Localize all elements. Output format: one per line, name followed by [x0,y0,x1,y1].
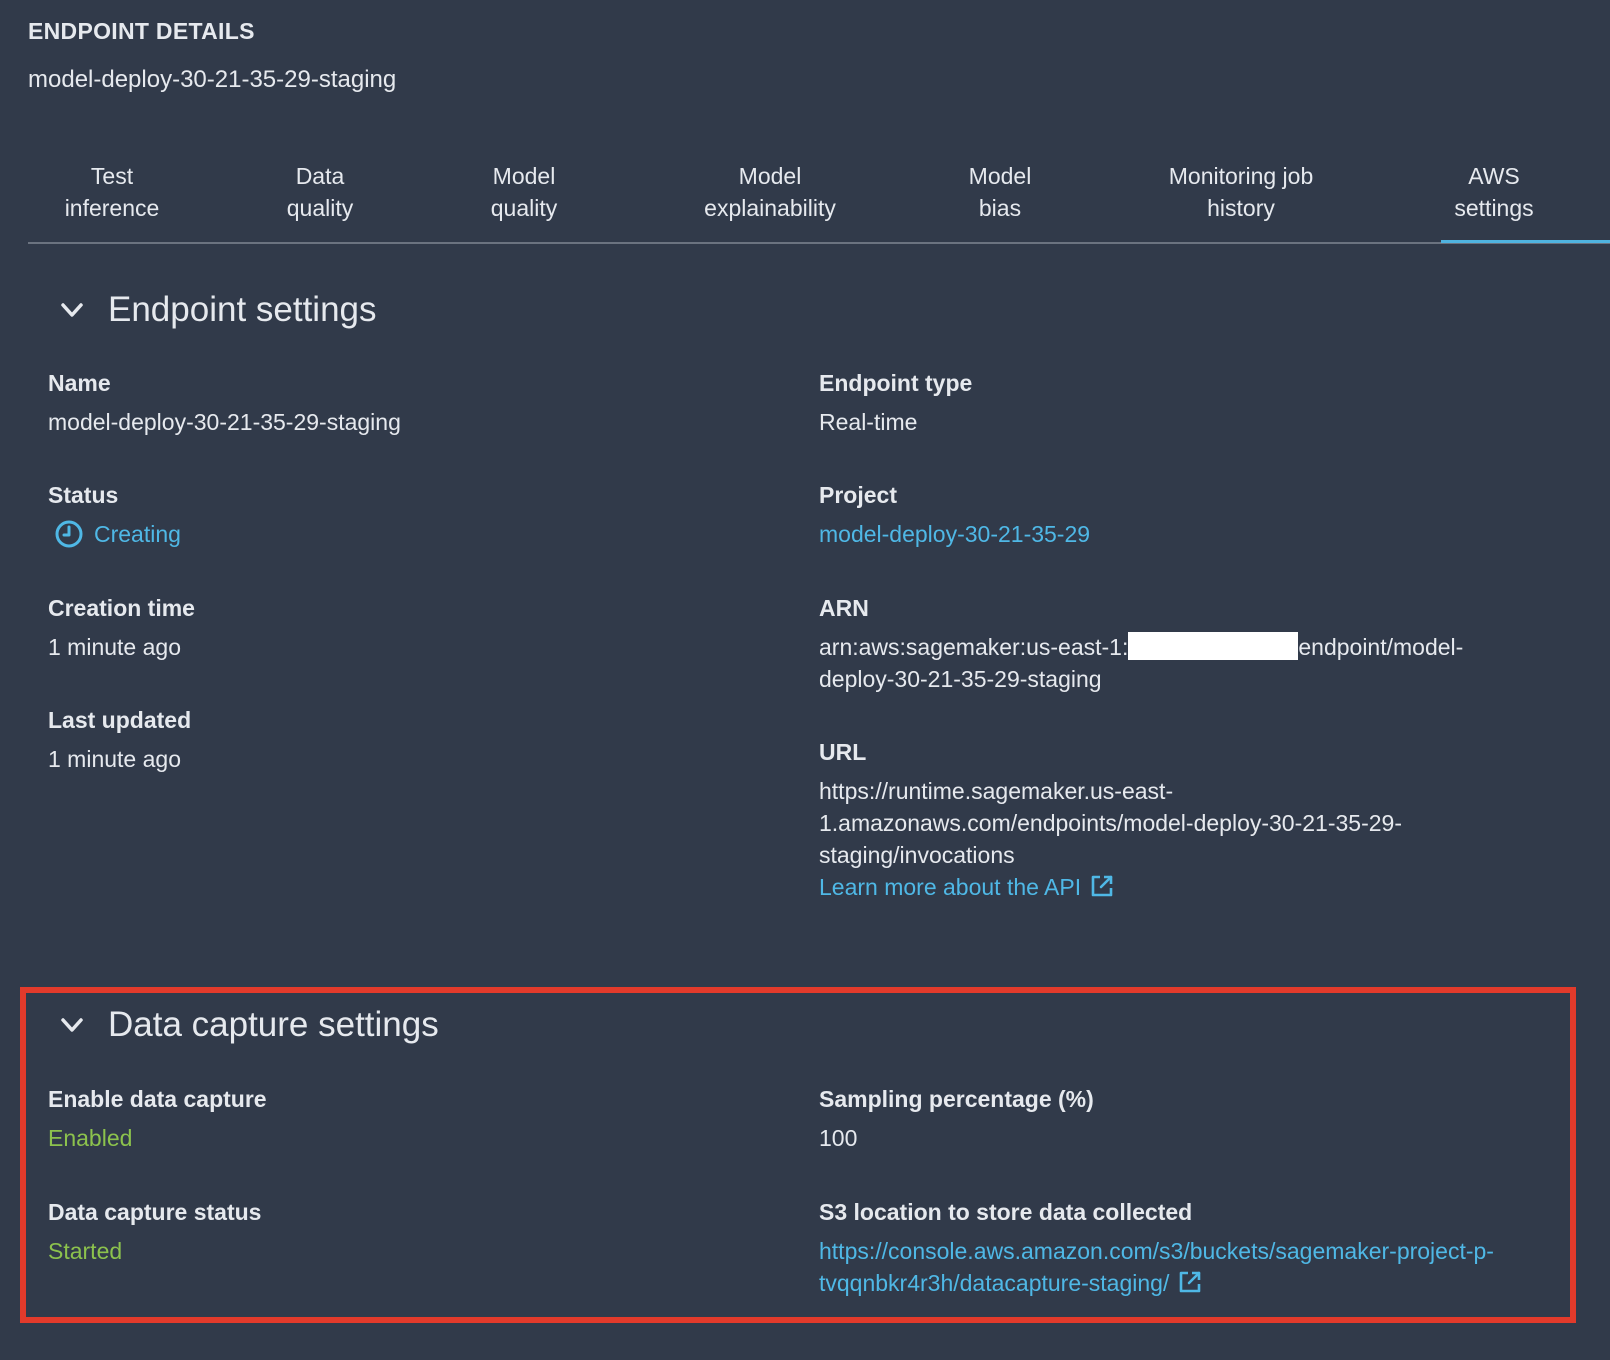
tab-label-line2: quality [490,195,558,221]
enable-data-capture-label: Enable data capture [48,1086,267,1112]
tab-bar: Test inference Data quality Model qualit… [28,160,1610,244]
endpoint-settings-toggle[interactable]: Endpoint settings [58,290,377,330]
tab-label-line1: AWS [1468,163,1520,189]
tab-label-line2: quality [286,195,354,221]
sampling-percentage-label: Sampling percentage (%) [819,1086,1094,1112]
url-line2: 1.amazonaws.com/endpoints/model-deploy-3… [819,810,1402,836]
creation-time-value: 1 minute ago [48,634,181,660]
chevron-down-icon [61,1018,83,1032]
tab-model-quality[interactable]: Model quality [491,160,557,224]
chevron-down-icon [61,303,83,317]
endpoint-name-header: model-deploy-30-21-35-29-staging [28,66,397,93]
arn-prefix: arn:aws:sagemaker:us-east-1: [819,634,1129,660]
learn-more-api-link[interactable]: Learn more about the API [819,871,1599,903]
project-field: Project model-deploy-30-21-35-29 [819,480,1090,550]
s3-location-line2: tvqqnbkr4r3h/datacapture-staging/ [819,1270,1170,1296]
status-value: Creating [94,521,181,547]
tab-label-line2: bias [978,195,1022,221]
learn-more-api-label: Learn more about the API [819,874,1082,900]
status-value-row: Creating [48,518,181,550]
data-capture-settings-title: Data capture settings [108,1005,439,1044]
tab-label-line2: settings [1454,195,1534,221]
tab-test-inference[interactable]: Test inference [65,160,160,224]
arn-value: arn:aws:sagemaker:us-east-1: endpoint/mod… [819,631,1579,695]
tab-model-explainability[interactable]: Model explainability [704,160,836,224]
enable-data-capture-value: Enabled [48,1125,133,1151]
tab-label-line1: Test [90,163,134,189]
tab-label-line1: Monitoring job [1168,163,1314,189]
creation-time-label: Creation time [48,595,195,621]
tab-label-line2: inference [64,195,160,221]
tab-label-line1: Data [295,163,345,189]
endpoint-type-field: Endpoint type Real-time [819,368,972,438]
tab-model-bias[interactable]: Model bias [969,160,1032,224]
tab-label-line2: history [1207,195,1275,221]
name-field: Name model-deploy-30-21-35-29-staging [48,368,401,438]
s3-location-field: S3 location to store data collected http… [819,1197,1579,1299]
creation-time-field: Creation time 1 minute ago [48,593,195,663]
status-field: Status Creating [48,480,181,550]
last-updated-label: Last updated [48,707,192,733]
active-tab-indicator [1441,240,1610,243]
arn-field: ARN arn:aws:sagemaker:us-east-1: endpoint… [819,593,1579,695]
tab-data-quality[interactable]: Data quality [287,160,353,224]
sampling-percentage-value: 100 [819,1125,858,1151]
last-updated-value: 1 minute ago [48,746,181,772]
name-value: model-deploy-30-21-35-29-staging [48,409,401,435]
endpoint-settings-title: Endpoint settings [108,290,377,329]
tab-monitoring-job-history[interactable]: Monitoring job history [1169,160,1313,224]
tab-label-line1: Model [738,163,802,189]
s3-location-label: S3 location to store data collected [819,1199,1193,1225]
sampling-percentage-field: Sampling percentage (%) 100 [819,1084,1094,1154]
s3-location-line1: https://console.aws.amazon.com/s3/bucket… [819,1238,1494,1264]
enable-data-capture-field: Enable data capture Enabled [48,1084,267,1154]
name-label: Name [48,370,111,396]
endpoint-type-label: Endpoint type [819,370,973,396]
data-capture-status-field: Data capture status Started [48,1197,261,1267]
clock-icon [55,520,83,548]
arn-suffix: endpoint/model- [1298,634,1464,660]
url-line3: staging/invocations [819,842,1015,868]
status-label: Status [48,482,119,508]
url-line1: https://runtime.sagemaker.us-east- [819,778,1174,804]
s3-location-link[interactable]: https://console.aws.amazon.com/s3/bucket… [819,1235,1579,1299]
external-link-icon [1091,875,1113,897]
arn-label: ARN [819,595,869,621]
details-header-label: ENDPOINT DETAILS [28,18,255,44]
url-field: URL https://runtime.sagemaker.us-east- 1… [819,737,1599,903]
external-link-icon [1180,1271,1201,1293]
project-link[interactable]: model-deploy-30-21-35-29 [819,521,1090,547]
tab-label-line2: explainability [704,195,836,221]
endpoint-type-value: Real-time [819,409,918,435]
url-value: https://runtime.sagemaker.us-east- 1.ama… [819,775,1599,903]
url-label: URL [819,739,867,765]
project-label: Project [819,482,897,508]
tab-label-line1: Model [968,163,1032,189]
last-updated-field: Last updated 1 minute ago [48,705,191,775]
tab-label-line1: Model [492,163,556,189]
data-capture-settings-toggle[interactable]: Data capture settings [58,1005,439,1045]
redacted-account-id [1128,632,1299,660]
data-capture-status-value: Started [48,1238,123,1264]
tab-aws-settings[interactable]: AWS settings [1454,160,1533,224]
data-capture-status-label: Data capture status [48,1199,262,1225]
arn-line2: deploy-30-21-35-29-staging [819,666,1102,692]
